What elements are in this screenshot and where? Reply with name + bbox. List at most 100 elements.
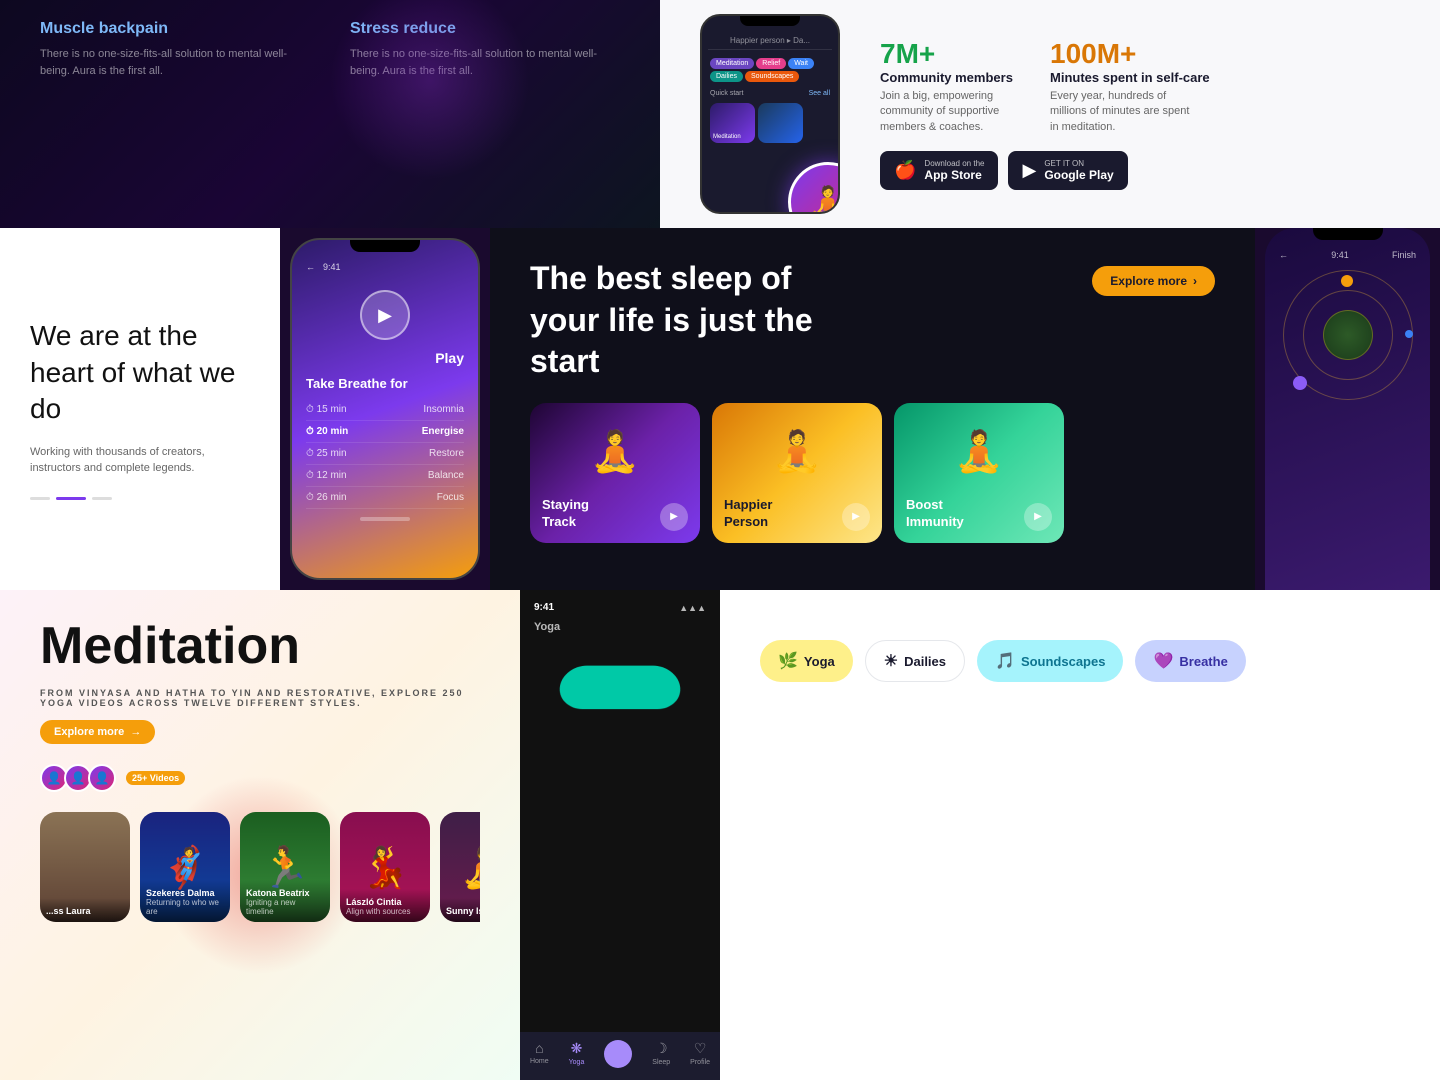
- boost-play[interactable]: ▶: [1024, 503, 1052, 531]
- arrow-icon: ›: [1193, 274, 1197, 288]
- back-btn[interactable]: ←: [306, 262, 315, 272]
- item-restore[interactable]: ⏱ 25 min Restore: [306, 443, 464, 465]
- planet-2: [1405, 330, 1413, 338]
- happier-label: HappierPerson: [724, 497, 772, 531]
- dots-indicator: [30, 497, 250, 500]
- creator-name-2: Szekeres Dalma: [146, 888, 224, 898]
- happier-play[interactable]: ▶: [842, 503, 870, 531]
- sleep-icon: ☽: [655, 1040, 668, 1057]
- avatar-3: 👤: [88, 764, 116, 792]
- top-left-panel: Muscle backpain There is no one-size-fit…: [0, 0, 660, 228]
- minutes-value: 100M+: [1050, 38, 1210, 70]
- creator-label-3: Katona Beatrix Igniting a new timeline: [240, 880, 330, 922]
- explore-more-button[interactable]: Explore more ›: [1092, 266, 1215, 296]
- yoga-tag-label: Yoga: [804, 654, 835, 669]
- item-focus[interactable]: ⏱ 26 min Focus: [306, 487, 464, 509]
- orbit-inner: [1323, 310, 1373, 360]
- google-play-icon: ▶: [1022, 160, 1036, 181]
- finish-right[interactable]: Finish: [1392, 250, 1416, 260]
- happier-person-card[interactable]: 🧘 HappierPerson ▶: [712, 403, 882, 543]
- creator-role-2: Returning to who we are: [146, 898, 224, 916]
- nav-center[interactable]: [604, 1040, 632, 1068]
- phone-notch-middle: [350, 240, 420, 252]
- creator-label-4: László Cintia Align with sources: [340, 889, 430, 922]
- planet-1: [1341, 275, 1353, 287]
- yoga-phone-panel: 9:41 ▲▲▲ Yoga ⌂ Home ❋ Yoga ☽ S: [520, 590, 720, 1080]
- creator-card-4[interactable]: 💃 László Cintia Align with sources: [340, 812, 430, 922]
- nav-profile[interactable]: ♡ Profile: [690, 1040, 710, 1068]
- creator-card-3[interactable]: 🏃 Katona Beatrix Igniting a new timeline: [240, 812, 330, 922]
- nav-sleep[interactable]: ☽ Sleep: [652, 1040, 670, 1068]
- soundscapes-tag-label: Soundscapes: [1021, 654, 1106, 669]
- creator-name-4: László Cintia: [346, 897, 424, 907]
- middle-headline: We are at the heart of what we do: [30, 318, 250, 427]
- stress-title: Stress reduce: [350, 20, 620, 38]
- creator-label-1: ...ss Laura: [40, 898, 130, 922]
- app-phone-mockup: Happier person ▸ Da... Meditation Relief…: [700, 14, 840, 214]
- explore-more-meditation[interactable]: Explore more →: [40, 720, 155, 744]
- creator-role-3: Igniting a new timeline: [246, 898, 324, 916]
- label-restore: Restore: [429, 448, 464, 459]
- back-right[interactable]: ←: [1279, 250, 1288, 260]
- app-store-name: App Store: [924, 168, 984, 182]
- creator-card-1[interactable]: ...ss Laura: [40, 812, 130, 922]
- creators-row: ...ss Laura 🦸 Szekeres Dalma Returning t…: [40, 812, 480, 922]
- breathe-phone-mockup: ← 9:41 ▶ Play Take Breathe for ⏱ 15 min …: [290, 238, 480, 580]
- soundscapes-tag-icon: 🎵: [995, 651, 1015, 671]
- item-energise[interactable]: ⏱ 20 min Energise: [306, 421, 464, 443]
- creator-name-3: Katona Beatrix: [246, 888, 324, 898]
- app-store-button[interactable]: 🍎 Download on the App Store: [880, 151, 998, 190]
- dailies-tag-icon: ☀: [884, 651, 898, 671]
- time-energise: ⏱ 20 min: [306, 426, 348, 437]
- video-count: 25+ Videos: [126, 771, 185, 785]
- phone-header-middle: ← 9:41: [292, 262, 478, 280]
- breathe-title: Take Breathe for: [292, 376, 478, 391]
- minutes-desc: Every year, hundreds of millions of minu…: [1050, 89, 1190, 135]
- breathe-tag[interactable]: 💜 Breathe: [1135, 640, 1245, 682]
- dot-3: [92, 497, 112, 500]
- center-button[interactable]: [604, 1040, 632, 1068]
- breathe-tag-label: Breathe: [1179, 654, 1227, 669]
- planet-3: [1293, 376, 1307, 390]
- item-balance[interactable]: ⏱ 12 min Balance: [306, 465, 464, 487]
- creator-label-2: Szekeres Dalma Returning to who we are: [140, 880, 230, 922]
- nav-home[interactable]: ⌂ Home: [530, 1040, 549, 1068]
- creator-card-2[interactable]: 🦸 Szekeres Dalma Returning to who we are: [140, 812, 230, 922]
- yoga-tab-label[interactable]: Yoga: [520, 621, 720, 641]
- creator-card-5[interactable]: 🧘 Sunny Isabella: [440, 812, 480, 922]
- meditation-title: Meditation: [40, 620, 480, 672]
- yoga-phone-header: 9:41 ▲▲▲: [520, 590, 720, 621]
- staying-person: 🧘: [530, 403, 700, 501]
- content-cards-row: 🧘 StayingTrack ▶ 🧘 HappierPerson ▶ 🧘 Boo…: [530, 403, 1215, 543]
- dailies-tag[interactable]: ☀ Dailies: [865, 640, 965, 682]
- phone-notch-right: [1313, 228, 1383, 240]
- label-balance: Balance: [428, 470, 464, 481]
- dark-center-panel: The best sleep of your life is just the …: [490, 228, 1255, 590]
- orbit-visualization: [1283, 270, 1413, 400]
- time-balance: ⏱ 12 min: [306, 470, 347, 481]
- nav-yoga[interactable]: ❋ Yoga: [569, 1040, 585, 1068]
- dailies-tag-label: Dailies: [904, 654, 946, 669]
- google-play-name: Google Play: [1044, 168, 1113, 182]
- soundscapes-tag[interactable]: 🎵 Soundscapes: [977, 640, 1123, 682]
- profile-icon: ♡: [694, 1040, 707, 1057]
- label-focus: Focus: [437, 492, 464, 503]
- bottom-section: Meditation FROM VINYASA AND HATHA TO YIN…: [0, 590, 1440, 1080]
- top-section: Muscle backpain There is no one-size-fit…: [0, 0, 1440, 228]
- label-insomnia: Insomnia: [423, 404, 464, 415]
- google-play-button[interactable]: ▶ GET IT ON Google Play: [1008, 151, 1127, 190]
- staying-play[interactable]: ▶: [660, 503, 688, 531]
- home-icon: ⌂: [535, 1040, 543, 1056]
- muscle-backpain-card: Muscle backpain There is no one-size-fit…: [40, 20, 310, 79]
- staying-track-card[interactable]: 🧘 StayingTrack ▶: [530, 403, 700, 543]
- boost-immunity-card[interactable]: 🧘 BoostImmunity ▶: [894, 403, 1064, 543]
- play-button-middle[interactable]: ▶: [360, 290, 410, 340]
- item-insomnia[interactable]: ⏱ 15 min Insomnia: [306, 399, 464, 421]
- staying-label: StayingTrack: [542, 497, 589, 531]
- yoga-tag[interactable]: 🌿 Yoga: [760, 640, 853, 682]
- stress-desc: There is no one-size-fits-all solution t…: [350, 46, 620, 79]
- app-store-sub: Download on the: [924, 159, 984, 168]
- orbit-phone-mockup: ← 9:41 Finish: [1265, 228, 1430, 590]
- community-label: Community members: [880, 70, 1020, 85]
- yoga-phone-screen: 9:41 ▲▲▲ Yoga ⌂ Home ❋ Yoga ☽ S: [520, 590, 720, 1080]
